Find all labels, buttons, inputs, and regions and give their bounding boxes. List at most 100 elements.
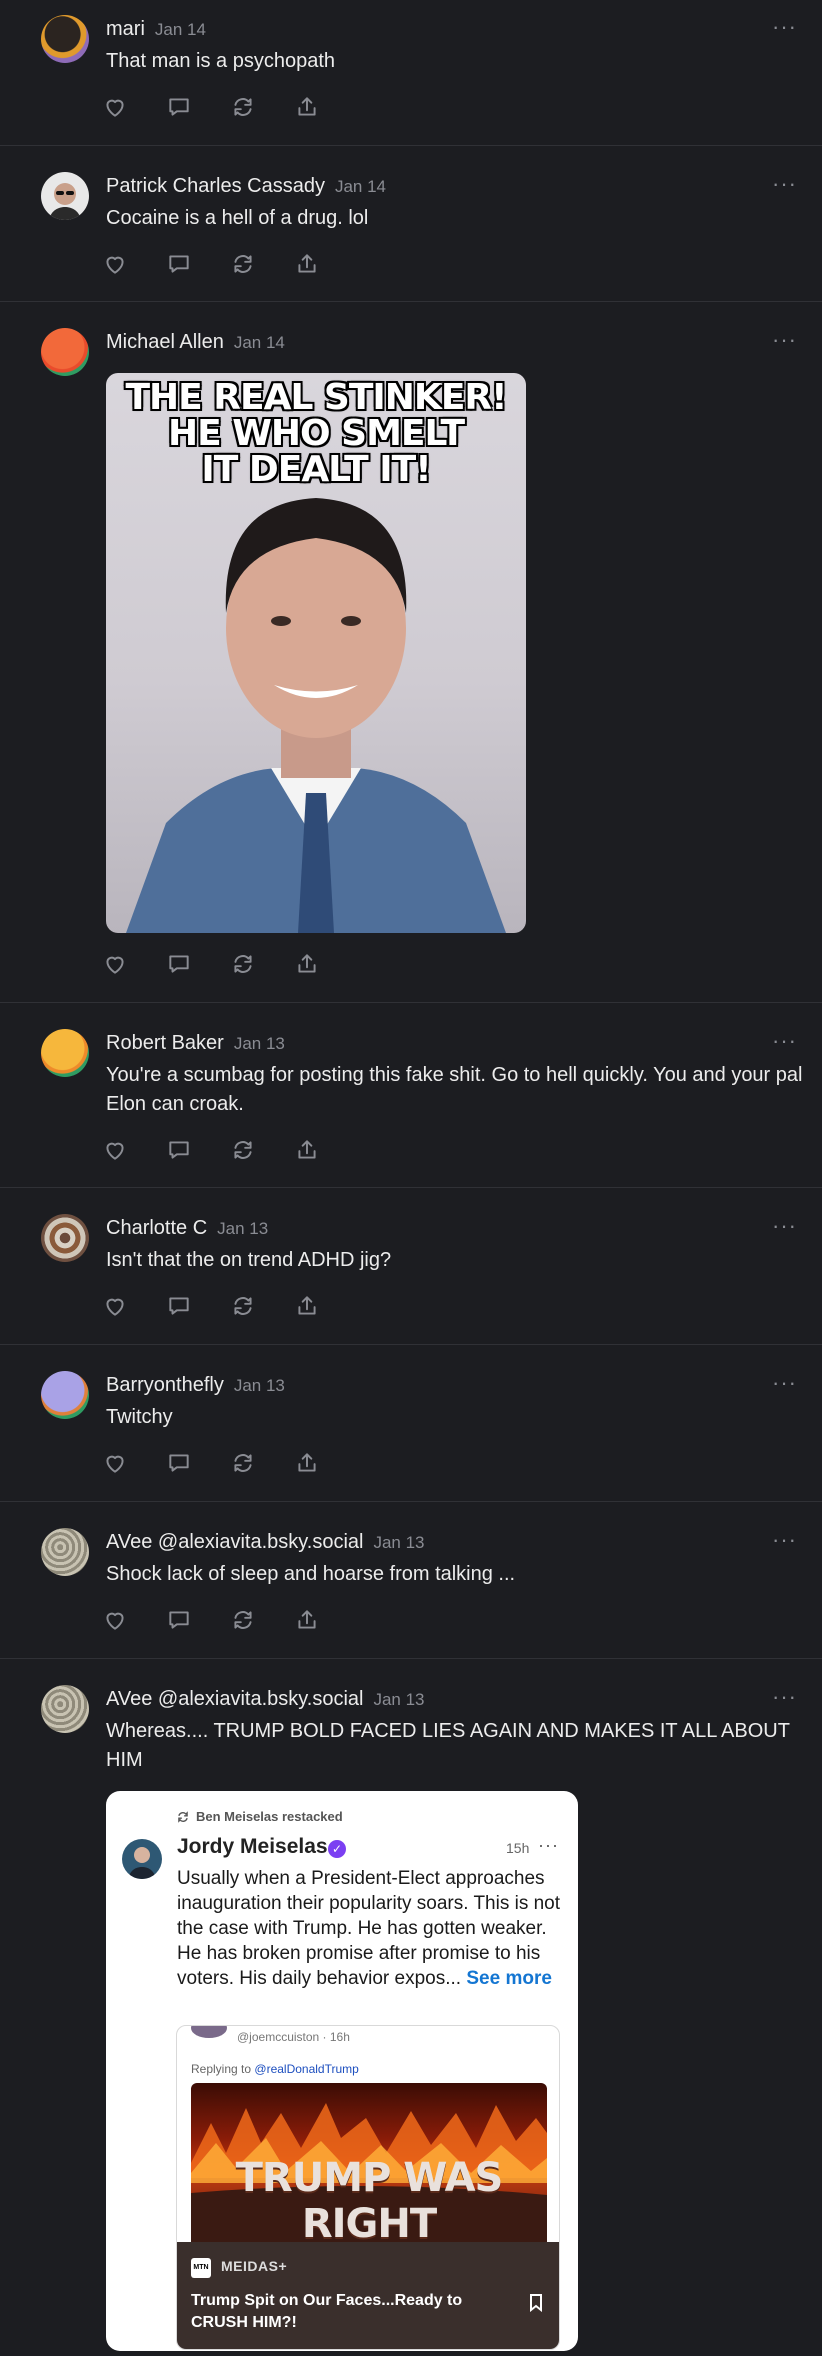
repost-icon[interactable] (230, 1293, 258, 1321)
avatar[interactable] (122, 1839, 162, 1879)
author-name[interactable]: AVee @alexiavita.bsky.social (106, 1531, 363, 1553)
avatar[interactable] (41, 1029, 89, 1077)
more-options-icon[interactable]: ··· (772, 329, 798, 351)
heart-icon[interactable] (102, 1450, 130, 1478)
avatar[interactable] (41, 328, 89, 376)
author-photo (128, 1847, 156, 1879)
heart-icon[interactable] (102, 1293, 130, 1321)
author-name[interactable]: Barryonthefly (106, 1374, 224, 1396)
post-date: Jan 13 (217, 1219, 269, 1238)
more-options-icon[interactable]: ··· (772, 1030, 798, 1052)
more-options-icon[interactable]: ··· (772, 1215, 798, 1237)
post-text: Shock lack of sleep and hoarse from talk… (106, 1563, 516, 1585)
share-icon[interactable] (294, 1293, 322, 1321)
author-name[interactable]: mari (106, 18, 145, 40)
repost-icon[interactable] (230, 94, 258, 122)
repost-icon[interactable] (230, 1450, 258, 1478)
reply-icon[interactable] (166, 1293, 194, 1321)
post-text: Cocaine is a hell of a drug. lol (106, 207, 369, 229)
repost-icon[interactable] (230, 1607, 258, 1635)
post-date: Jan 13 (373, 1533, 425, 1552)
post-header: AVee @alexiavita.bsky.social Jan 13 (106, 1527, 425, 1557)
post-actions (102, 94, 342, 122)
avatar[interactable] (41, 1371, 89, 1419)
post-date: Jan 14 (334, 177, 387, 196)
more-options-icon[interactable]: ··· (772, 16, 798, 38)
avatar (191, 2026, 227, 2038)
author-name[interactable]: AVee @alexiavita.bsky.social (106, 1688, 363, 1710)
reply-icon[interactable] (166, 251, 194, 279)
more-options-icon[interactable]: ··· (538, 1835, 559, 1856)
post-actions (102, 1293, 342, 1321)
restack-icon (178, 1811, 188, 1823)
post-actions (102, 251, 342, 279)
share-icon[interactable] (294, 94, 322, 122)
avatar[interactable] (41, 15, 89, 63)
heart-icon[interactable] (102, 1607, 130, 1635)
post-text: Twitchy (106, 1406, 173, 1428)
verified-badge-icon: ✓ (328, 1840, 346, 1858)
post-avee-1: AVee @alexiavita.bsky.social Jan 13 ··· S… (0, 1502, 822, 1659)
embed-author-name[interactable]: Jordy Meiselas (177, 1835, 328, 1859)
post-text: That man is a psychopath (106, 50, 336, 72)
avatar[interactable] (41, 1214, 89, 1262)
reply-icon[interactable] (166, 951, 194, 979)
post-header: AVee @alexiavita.bsky.social Jan 13 (106, 1684, 425, 1714)
share-icon[interactable] (294, 1137, 322, 1165)
post-date: Jan 13 (233, 1034, 285, 1053)
link-title[interactable]: Trump Spit on Our Faces...Ready to CRUSH… (191, 2290, 501, 2334)
reply-icon[interactable] (166, 1450, 194, 1478)
reply-prefix: Replying to (191, 2062, 252, 2076)
author-name[interactable]: Patrick Charles Cassady (106, 175, 325, 197)
see-more-link[interactable]: See more (466, 1968, 552, 1989)
post-actions (102, 1137, 342, 1165)
embedded-post-card[interactable]: Ben Meiselas restacked Jordy Meiselas ✓ … (106, 1791, 578, 2351)
heart-icon[interactable] (102, 251, 130, 279)
reply-icon[interactable] (166, 94, 194, 122)
repost-icon[interactable] (230, 1137, 258, 1165)
repost-icon[interactable] (230, 951, 258, 979)
reply-icon[interactable] (166, 1137, 194, 1165)
link-preview[interactable]: MTN MEIDAS+ Trump Spit on Our Faces...Re… (177, 2242, 559, 2349)
avatar[interactable] (41, 1528, 89, 1576)
author-name[interactable]: Michael Allen (106, 331, 224, 353)
heart-icon[interactable] (102, 1137, 130, 1165)
more-options-icon[interactable]: ··· (772, 1529, 798, 1551)
reply-icon[interactable] (166, 1607, 194, 1635)
meme-image[interactable]: THE REAL STINKER! HE WHO SMELT IT DEALT … (106, 373, 526, 933)
more-options-icon[interactable]: ··· (772, 173, 798, 195)
more-options-icon[interactable]: ··· (772, 1372, 798, 1394)
post-date: Jan 13 (373, 1690, 425, 1709)
heart-icon[interactable] (102, 951, 130, 979)
meme-caption-line: THE REAL STINKER! (125, 377, 507, 418)
repost-icon[interactable] (230, 251, 258, 279)
post-header: Robert Baker Jan 13 (106, 1028, 285, 1058)
post-charlotte: Charlotte C Jan 13 ··· Isn't that the on … (0, 1188, 822, 1345)
post-header: Michael Allen Jan 14 (106, 327, 285, 357)
avatar[interactable] (41, 1685, 89, 1733)
image-headline: TRUMP WAS RIGHT (235, 2155, 504, 2243)
man-with-sunglasses-image (49, 183, 81, 220)
bookmark-icon[interactable] (529, 2294, 543, 2312)
post-barry: Barryonthefly Jan 13 ··· Twitchy (0, 1345, 822, 1502)
author-name[interactable]: Charlotte C (106, 1217, 207, 1239)
quoted-post[interactable]: @joemccuiston · 16h Replying to @realDon… (176, 2025, 560, 2350)
post-text: Isn't that the on trend ADHD jig? (106, 1249, 392, 1271)
share-icon[interactable] (294, 951, 322, 979)
wildfire-image[interactable]: TRUMP WAS RIGHT (191, 2083, 547, 2243)
post-patrick: Patrick Charles Cassady Jan 14 ··· Cocain… (0, 146, 822, 302)
more-options-icon[interactable]: ··· (772, 1686, 798, 1708)
avatar[interactable] (41, 172, 89, 220)
share-icon[interactable] (294, 1450, 322, 1478)
post-header: Patrick Charles Cassady Jan 14 (106, 171, 386, 201)
heart-icon[interactable] (102, 94, 130, 122)
post-header: Charlotte C Jan 13 (106, 1213, 268, 1243)
post-actions (102, 1607, 342, 1635)
share-icon[interactable] (294, 1607, 322, 1635)
post-date: Jan 14 (233, 333, 285, 352)
reply-to-link[interactable]: @realDonaldTrump (254, 2062, 358, 2076)
share-icon[interactable] (294, 251, 322, 279)
quote-handle: @joemccuiston · 16h (237, 2030, 350, 2044)
post-actions (102, 1450, 342, 1478)
author-name[interactable]: Robert Baker (106, 1032, 224, 1054)
